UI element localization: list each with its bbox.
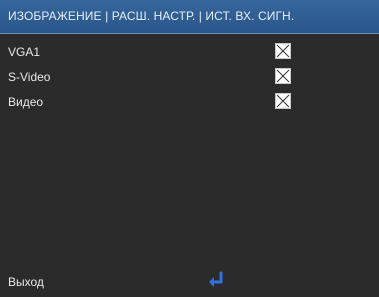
menu-header: ИЗОБРАЖЕНИЕ | РАСШ. НАСТР. | ИСТ. ВХ. СИ… — [0, 0, 379, 34]
source-checkbox-video[interactable] — [275, 93, 291, 109]
source-row-s-video[interactable]: S-Video — [0, 67, 379, 89]
source-label-video: Видео — [8, 95, 44, 109]
source-row-vga1[interactable]: VGA1 — [0, 42, 379, 64]
osd-menu: ИЗОБРАЖЕНИЕ | РАСШ. НАСТР. | ИСТ. ВХ. СИ… — [0, 0, 379, 297]
breadcrumb-title: ИЗОБРАЖЕНИЕ | РАСШ. НАСТР. | ИСТ. ВХ. СИ… — [8, 9, 295, 23]
checked-x-icon — [276, 69, 290, 83]
checked-x-icon — [276, 94, 290, 108]
exit-label: Выход — [8, 275, 44, 289]
source-row-video[interactable]: Видео — [0, 92, 379, 114]
source-label-s-video: S-Video — [8, 70, 51, 84]
source-checkbox-s-video[interactable] — [275, 68, 291, 84]
checked-x-icon — [276, 44, 290, 58]
enter-return-icon[interactable] — [205, 270, 227, 290]
source-label-vga1: VGA1 — [8, 45, 41, 59]
source-checkbox-vga1[interactable] — [275, 43, 291, 59]
footer-exit-row[interactable]: Выход — [0, 270, 379, 294]
